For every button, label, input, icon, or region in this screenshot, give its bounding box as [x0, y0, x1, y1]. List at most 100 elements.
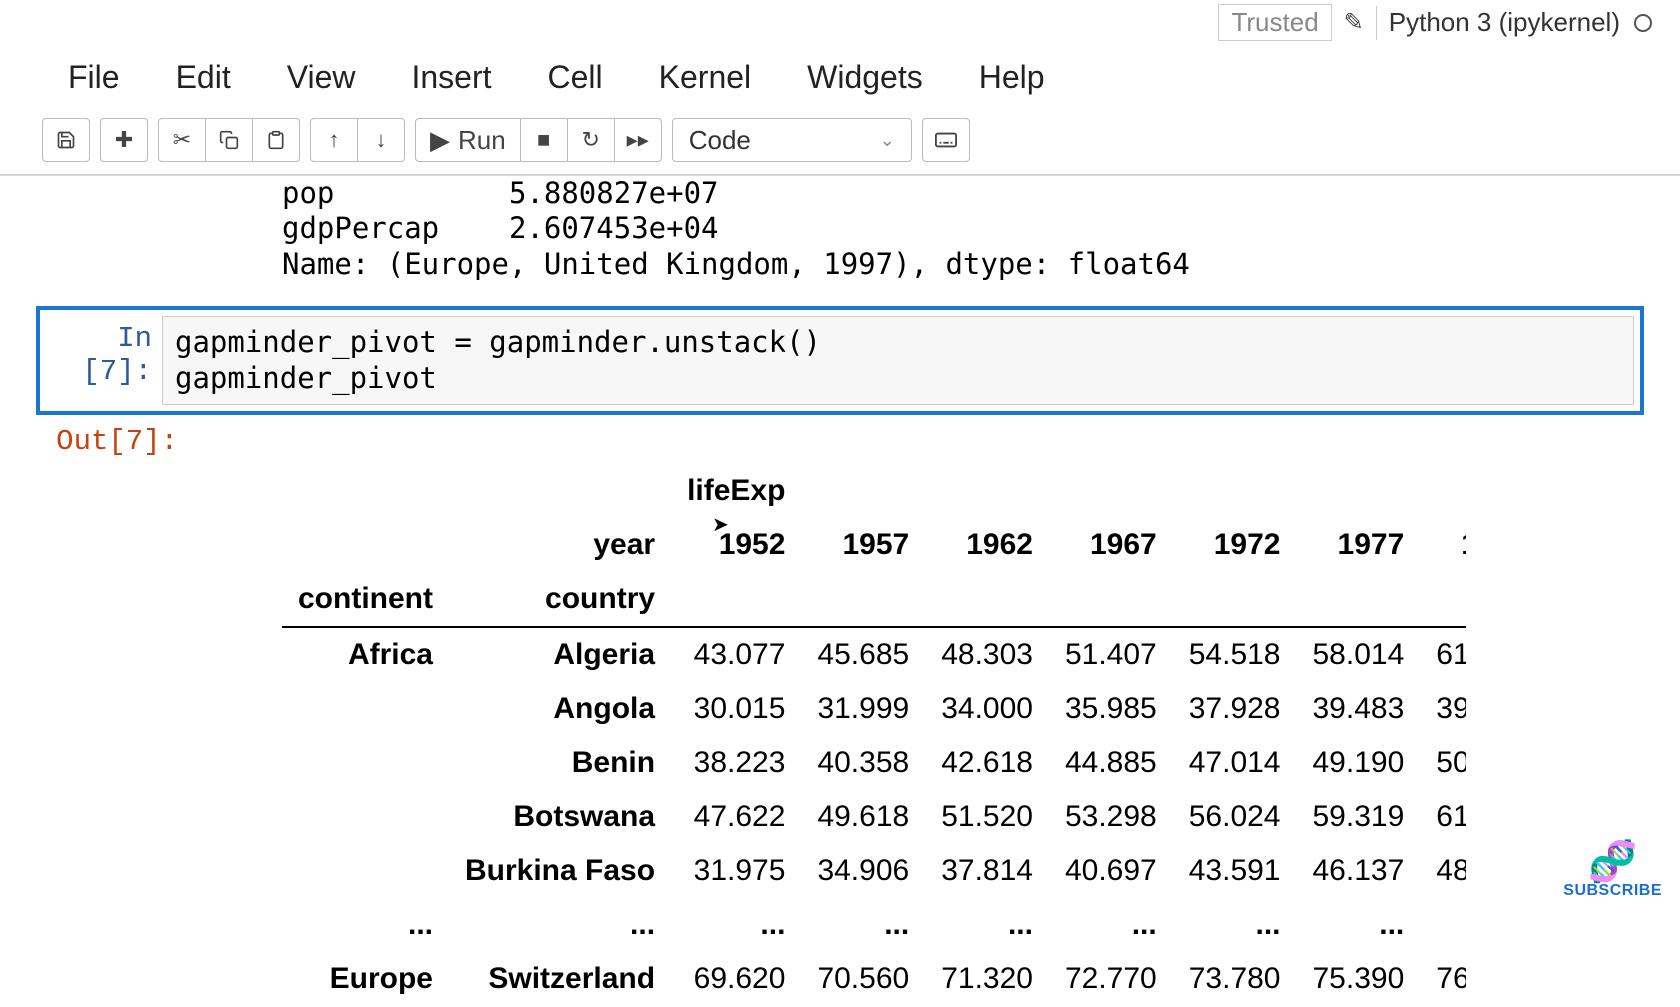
table-cell: 59.319	[1297, 790, 1421, 844]
row-country: Algeria	[449, 627, 671, 682]
table-cell: 61.368	[1420, 627, 1466, 682]
table-cell: 43.591	[1173, 844, 1297, 898]
table-cell: 71.320	[925, 952, 1049, 1006]
table-cell: 47.622	[671, 790, 801, 844]
row-continent: ...	[282, 898, 449, 952]
table-cell: 54.518	[1173, 627, 1297, 682]
row-continent	[282, 844, 449, 898]
table-cell: 39.942	[1420, 682, 1466, 736]
table-cell: 47.014	[1173, 736, 1297, 790]
table-cell: 58.014	[1297, 627, 1421, 682]
table-cell: 72.770	[1049, 952, 1173, 1006]
continent-label: continent	[282, 572, 449, 627]
run-all-button[interactable]: ▸▸	[614, 118, 662, 162]
copy-button[interactable]	[205, 118, 253, 162]
table-cell: 31.975	[671, 844, 801, 898]
row-continent: Africa	[282, 627, 449, 682]
year-1962: 1962	[925, 518, 1049, 572]
code-cell[interactable]: In [7]: gapminder_pivot = gapminder.unst…	[36, 306, 1644, 415]
dna-icon: 🧬	[1563, 842, 1662, 882]
table-cell: 56.024	[1173, 790, 1297, 844]
table-cell: 38.223	[671, 736, 801, 790]
add-cell-button[interactable]: ✚	[100, 118, 148, 162]
row-country: ...	[449, 898, 671, 952]
table-cell: 75.390	[1297, 952, 1421, 1006]
table-cell: 30.015	[671, 682, 801, 736]
in-prompt: In [7]:	[46, 316, 162, 405]
year-1967: 1967	[1049, 518, 1173, 572]
table-cell: 49.618	[801, 790, 925, 844]
table-cell: 76.210	[1420, 952, 1466, 1006]
table-cell: ...	[925, 898, 1049, 952]
row-continent: Europe	[282, 952, 449, 1006]
menu-edit[interactable]: Edit	[176, 59, 231, 96]
table-cell: ...	[1173, 898, 1297, 952]
move-down-button[interactable]: ↓	[357, 118, 405, 162]
save-button[interactable]	[42, 118, 90, 162]
kernel-name[interactable]: Python 3 (ipykernel)	[1389, 7, 1652, 38]
code-input[interactable]: gapminder_pivot = gapminder.unstack() ga…	[162, 316, 1634, 405]
table-cell: 31.999	[801, 682, 925, 736]
row-continent	[282, 682, 449, 736]
table-cell: 50.904	[1420, 736, 1466, 790]
toolbar: ✚ ✂ ↑ ↓ ▶ Run ■ ↻ ▸▸ Code ⌄	[0, 110, 1680, 175]
kernel-label: Python 3 (ipykernel)	[1389, 7, 1620, 38]
row-country: Burkina Faso	[449, 844, 671, 898]
year-1952: 1952	[671, 518, 801, 572]
table-cell: 40.358	[801, 736, 925, 790]
out-prompt: Out[7]:	[36, 419, 188, 458]
table-cell: 69.620	[671, 952, 801, 1006]
move-up-button[interactable]: ↑	[310, 118, 358, 162]
year-1982: 1982	[1420, 518, 1466, 572]
run-label: Run	[458, 125, 506, 156]
menu-view[interactable]: View	[287, 59, 356, 96]
table-cell: 61.484	[1420, 790, 1466, 844]
table-cell: ...	[671, 898, 801, 952]
table-cell: 45.685	[801, 627, 925, 682]
menu-widgets[interactable]: Widgets	[807, 59, 923, 96]
table-cell: 73.780	[1173, 952, 1297, 1006]
table-cell: 37.814	[925, 844, 1049, 898]
row-country: Benin	[449, 736, 671, 790]
output-table: lifeExp year 1952 1957 1962 1967 1972 19…	[282, 464, 1466, 1006]
chevron-down-icon: ⌄	[880, 130, 895, 151]
table-cell: 35.985	[1049, 682, 1173, 736]
menu-help[interactable]: Help	[979, 59, 1045, 96]
table-cell: 40.697	[1049, 844, 1173, 898]
run-button[interactable]: ▶ Run	[415, 118, 521, 162]
row-country: Switzerland	[449, 952, 671, 1006]
table-cell: 44.885	[1049, 736, 1173, 790]
table-cell: 53.298	[1049, 790, 1173, 844]
restart-button[interactable]: ↻	[567, 118, 615, 162]
table-cell: 48.122	[1420, 844, 1466, 898]
table-cell: 70.560	[801, 952, 925, 1006]
stop-button[interactable]: ■	[520, 118, 568, 162]
menu-kernel[interactable]: Kernel	[659, 59, 752, 96]
prev-output: pop 5.880827e+07 gdpPercap 2.607453e+04 …	[36, 176, 1644, 282]
table-cell: 49.190	[1297, 736, 1421, 790]
row-continent	[282, 736, 449, 790]
row-country: Botswana	[449, 790, 671, 844]
table-cell: 43.077	[671, 627, 801, 682]
table-cell: ...	[1297, 898, 1421, 952]
year-1972: 1972	[1173, 518, 1297, 572]
row-country: Angola	[449, 682, 671, 736]
col-lifeexp: lifeExp	[671, 464, 801, 518]
table-cell: 34.906	[801, 844, 925, 898]
cell-type-label: Code	[689, 125, 751, 156]
menubar: File Edit View Insert Cell Kernel Widget…	[0, 45, 1680, 110]
menu-file[interactable]: File	[68, 59, 120, 96]
table-cell: ...	[1420, 898, 1466, 952]
table-cell: 46.137	[1297, 844, 1421, 898]
cut-button[interactable]: ✂	[158, 118, 206, 162]
table-cell: 48.303	[925, 627, 1049, 682]
menu-insert[interactable]: Insert	[411, 59, 491, 96]
edit-icon[interactable]: ✎	[1344, 8, 1364, 37]
table-cell: ...	[801, 898, 925, 952]
menu-cell[interactable]: Cell	[548, 59, 603, 96]
paste-button[interactable]	[252, 118, 300, 162]
table-cell: 51.407	[1049, 627, 1173, 682]
cell-type-select[interactable]: Code ⌄	[672, 118, 912, 162]
command-palette-button[interactable]	[922, 118, 970, 162]
table-cell: 34.000	[925, 682, 1049, 736]
